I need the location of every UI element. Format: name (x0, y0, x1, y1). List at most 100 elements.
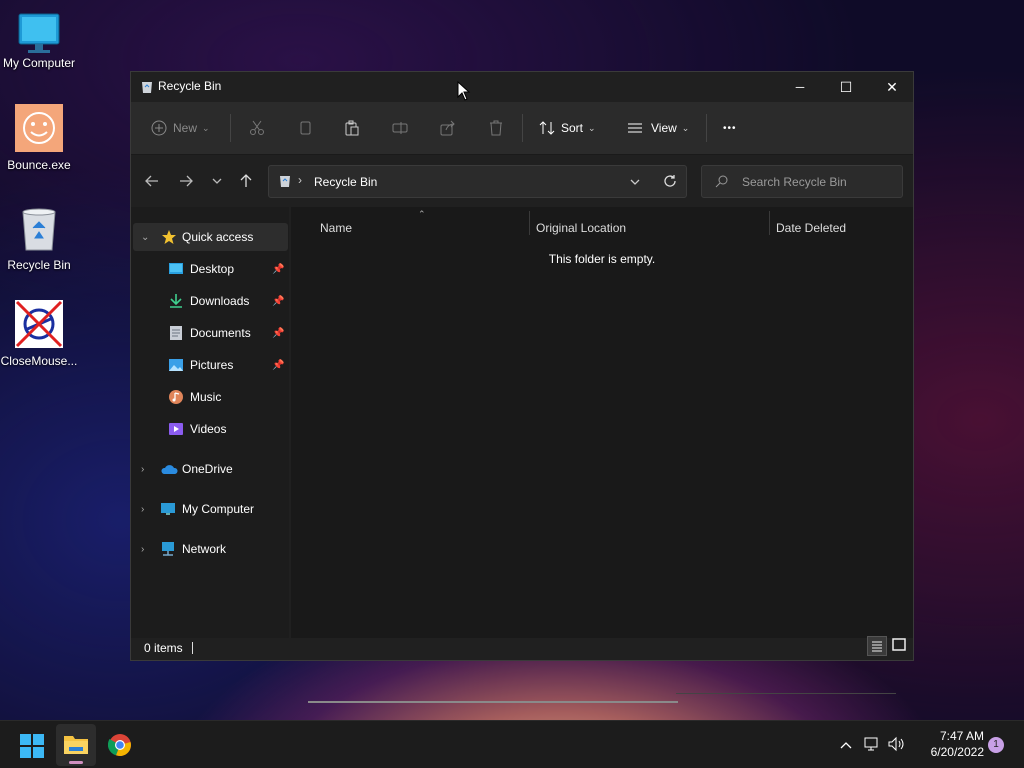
large-icons-view-icon (892, 638, 906, 651)
details-view-button[interactable] (867, 636, 887, 656)
horizontal-scrollbar[interactable] (308, 701, 678, 703)
sort-button[interactable]: Sort ⌄ (539, 114, 596, 142)
volume-icon[interactable] (888, 736, 906, 755)
close-button[interactable]: ✕ (869, 72, 915, 102)
pin-icon: 📌 (272, 295, 285, 307)
arrow-up-icon (239, 173, 253, 191)
breadcrumb-recycle-bin[interactable]: Recycle Bin (314, 175, 377, 189)
maximize-button[interactable]: ☐ (823, 72, 869, 102)
arrow-right-icon (179, 174, 193, 191)
chevron-down-icon (630, 179, 640, 185)
breadcrumb-separator: › (298, 173, 302, 187)
recent-locations-button[interactable] (207, 173, 227, 191)
desktop-icon-recycle-bin[interactable]: Recycle Bin (0, 204, 78, 272)
share-button[interactable] (440, 114, 456, 142)
item-count: 0 items (144, 641, 183, 655)
start-button[interactable] (20, 734, 44, 761)
search-placeholder: Search Recycle Bin (742, 175, 847, 189)
command-bar: New ⌄ Sort ⌄ View ⌄ ••• (131, 102, 913, 155)
chevron-down-icon[interactable]: ⌄ (141, 232, 151, 243)
chevron-right-icon[interactable]: › (141, 504, 151, 515)
document-icon (168, 325, 184, 341)
monitor-icon (160, 501, 176, 517)
address-bar[interactable]: › Recycle Bin (268, 165, 687, 198)
sort-arrows-icon (539, 120, 555, 136)
title-bar[interactable]: Recycle Bin ─ ☐ ✕ (131, 72, 913, 102)
forward-button[interactable] (176, 173, 196, 191)
window-title: Recycle Bin (158, 79, 222, 93)
sidebar-item-label: OneDrive (182, 462, 233, 476)
large-icons-view-button[interactable] (890, 636, 910, 656)
sidebar-item-label: My Computer (182, 502, 255, 516)
sidebar-item-label: Quick access (182, 230, 254, 244)
column-header-name[interactable]: Name (320, 217, 352, 239)
chevron-down-icon (212, 175, 222, 189)
sidebar-item-my-computer[interactable]: › My Computer (131, 495, 289, 523)
rename-icon (392, 120, 408, 136)
desktop-icon-label: CloseMouse... (0, 354, 78, 368)
clock[interactable]: 7:47 AM 6/20/2022 (914, 728, 984, 760)
back-button[interactable] (142, 173, 162, 191)
column-divider[interactable] (769, 211, 770, 235)
sidebar-item-videos[interactable]: Videos (131, 415, 289, 443)
empty-folder-message: This folder is empty. (548, 252, 656, 266)
sidebar-item-label: Desktop (190, 262, 235, 276)
minimize-button[interactable]: ─ (777, 72, 823, 102)
up-button[interactable] (236, 173, 256, 191)
sidebar-item-label: Downloads (190, 294, 250, 308)
column-header-original-location[interactable]: Original Location (536, 217, 626, 239)
notification-badge[interactable]: 1 (988, 737, 1004, 753)
sort-indicator-icon: ⌃ (418, 209, 426, 219)
sidebar-item-onedrive[interactable]: › OneDrive (131, 455, 289, 483)
sidebar-item-label: Network (182, 542, 227, 556)
column-divider[interactable] (529, 211, 530, 235)
column-header-date-deleted[interactable]: Date Deleted (776, 217, 846, 239)
sidebar-item-network[interactable]: › Network (131, 535, 289, 563)
desktop-icon-bounce[interactable]: Bounce.exe (0, 104, 78, 172)
view-button[interactable]: View ⌄ (627, 114, 689, 142)
desktop-icon-my-computer[interactable]: My Computer (0, 10, 78, 70)
search-box[interactable]: Search Recycle Bin (701, 165, 903, 198)
monitor-icon (15, 10, 63, 58)
cut-button[interactable] (249, 114, 265, 142)
sidebar-item-desktop[interactable]: Desktop 📌 (131, 255, 289, 283)
desktop-icon-label: My Computer (2, 56, 76, 70)
sidebar-item-quick-access[interactable]: ⌄ Quick access (133, 223, 288, 251)
rename-button[interactable] (392, 114, 408, 142)
address-dropdown-button[interactable] (630, 176, 640, 190)
download-arrow-icon (168, 293, 184, 309)
sidebar-item-documents[interactable]: Documents 📌 (131, 319, 289, 347)
pin-icon: 📌 (272, 359, 285, 371)
network-status-icon[interactable] (864, 736, 880, 755)
more-options-button[interactable]: ••• (723, 114, 737, 142)
scissors-icon (249, 120, 265, 136)
chevron-right-icon[interactable]: › (141, 544, 151, 555)
taskbar-file-explorer[interactable] (56, 724, 96, 766)
copy-button[interactable] (297, 114, 313, 142)
paste-button[interactable] (344, 114, 360, 142)
sidebar-item-pictures[interactable]: Pictures 📌 (131, 351, 289, 379)
sidebar-item-label: Pictures (190, 358, 234, 372)
file-list: ⌃ Name Original Location Date Deleted Th… (291, 207, 913, 703)
sidebar-item-label: Videos (190, 422, 227, 436)
delete-button[interactable] (488, 114, 504, 142)
scroll-track-line (676, 693, 896, 694)
new-button[interactable]: New ⌄ (151, 114, 210, 142)
video-icon (168, 421, 184, 437)
crossed-out-icon (15, 300, 63, 348)
refresh-button[interactable] (663, 174, 677, 191)
sidebar-item-label: Documents (190, 326, 251, 340)
taskbar-chrome[interactable] (107, 733, 132, 760)
music-icon (168, 389, 184, 405)
sort-label: Sort (561, 121, 584, 135)
network-icon (160, 541, 176, 557)
show-hidden-icons-button[interactable] (836, 741, 856, 749)
sidebar-item-downloads[interactable]: Downloads 📌 (131, 287, 289, 315)
chevron-right-icon[interactable]: › (141, 464, 151, 475)
sidebar-item-label: Music (190, 390, 222, 404)
desktop-icon-closemouse[interactable]: CloseMouse... (0, 300, 78, 368)
toolbar-divider (230, 114, 231, 142)
picture-icon (168, 357, 184, 373)
sidebar-item-music[interactable]: Music (131, 383, 289, 411)
recycle-bin-icon (279, 174, 291, 191)
